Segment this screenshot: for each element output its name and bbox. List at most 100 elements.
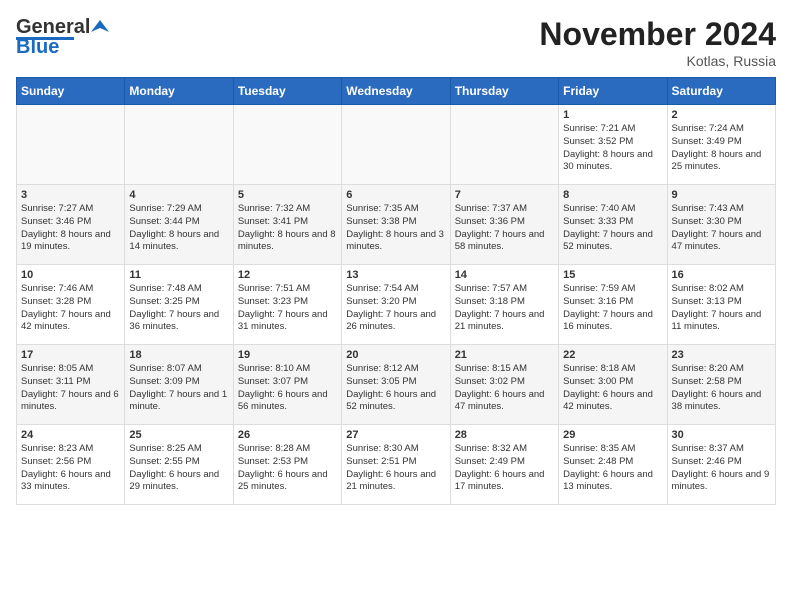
day-cell: 28Sunrise: 8:32 AMSunset: 2:49 PMDayligh… [450,425,558,505]
day-cell: 10 Sunrise: 7:46 AMSunset: 3:28 PMDayligh… [17,265,125,345]
day-cell: 11 Sunrise: 7:48 AMSunset: 3:25 PMDayligh… [125,265,233,345]
day-content: Sunrise: 7:24 AMSunset: 3:49 PMDaylight:… [672,123,771,174]
day-number: 1 [563,109,662,121]
day-cell: 12 Sunrise: 7:51 AMSunset: 3:23 PMDayligh… [233,265,341,345]
day-cell: 29 Sunrise: 8:35 AMSunset: 2:48 PMDayligh… [559,425,667,505]
day-cell: 1 Sunrise: 7:21 AMSunset: 3:52 PMDaylight… [559,105,667,185]
header-cell-wednesday: Wednesday [342,78,450,105]
day-number: 21 [455,349,554,361]
day-content: Sunrise: 8:30 AMSunset: 2:51 PMDaylight:… [346,443,445,494]
day-number: 8 [563,189,662,201]
week-row-3: 10 Sunrise: 7:46 AMSunset: 3:28 PMDayligh… [17,265,776,345]
header-cell-monday: Monday [125,78,233,105]
location: Kotlas, Russia [539,53,776,69]
day-content: Sunrise: 7:43 AMSunset: 3:30 PMDaylight:… [672,203,771,254]
day-content: Sunrise: 7:46 AMSunset: 3:28 PMDaylight:… [21,283,120,334]
day-number: 26 [238,429,337,441]
day-cell: 17 Sunrise: 8:05 AMSunset: 3:11 PMDayligh… [17,345,125,425]
day-content: Sunrise: 8:28 AMSunset: 2:53 PMDaylight:… [238,443,337,494]
header-cell-friday: Friday [559,78,667,105]
day-cell: 6Sunrise: 7:35 AMSunset: 3:38 PMDaylight… [342,185,450,265]
day-cell: 7Sunrise: 7:37 AMSunset: 3:36 PMDaylight… [450,185,558,265]
day-number: 25 [129,429,228,441]
day-number: 14 [455,269,554,281]
day-cell: 26 Sunrise: 8:28 AMSunset: 2:53 PMDayligh… [233,425,341,505]
day-number: 27 [346,429,445,441]
day-content: Sunrise: 8:23 AMSunset: 2:56 PMDaylight:… [21,443,120,494]
day-content: Sunrise: 8:05 AMSunset: 3:11 PMDaylight:… [21,363,120,414]
month-title: November 2024 [539,16,776,53]
day-number: 30 [672,429,771,441]
day-cell: 22 Sunrise: 8:18 AMSunset: 3:00 PMDayligh… [559,345,667,425]
day-content: Sunrise: 7:21 AMSunset: 3:52 PMDaylight:… [563,123,662,174]
day-cell: 2Sunrise: 7:24 AMSunset: 3:49 PMDaylight… [667,105,775,185]
day-cell: 21 Sunrise: 8:15 AMSunset: 3:02 PMDayligh… [450,345,558,425]
day-content: Sunrise: 8:18 AMSunset: 3:00 PMDaylight:… [563,363,662,414]
day-content: Sunrise: 8:15 AMSunset: 3:02 PMDaylight:… [455,363,554,414]
day-number: 24 [21,429,120,441]
day-content: Sunrise: 7:29 AMSunset: 3:44 PMDaylight:… [129,203,228,254]
day-number: 10 [21,269,120,281]
day-cell: 4 Sunrise: 7:29 AMSunset: 3:44 PMDaylight… [125,185,233,265]
day-cell: 3 Sunrise: 7:27 AMSunset: 3:46 PMDaylight… [17,185,125,265]
logo: General Blue [16,16,110,59]
calendar-table: SundayMondayTuesdayWednesdayThursdayFrid… [16,77,776,505]
day-cell: 30 Sunrise: 8:37 AMSunset: 2:46 PMDayligh… [667,425,775,505]
day-content: Sunrise: 8:37 AMSunset: 2:46 PMDaylight:… [672,443,771,494]
day-cell: 16Sunrise: 8:02 AMSunset: 3:13 PMDayligh… [667,265,775,345]
day-number: 7 [455,189,554,201]
day-content: Sunrise: 7:59 AMSunset: 3:16 PMDaylight:… [563,283,662,334]
day-content: Sunrise: 7:27 AMSunset: 3:46 PMDaylight:… [21,203,120,254]
week-row-4: 17 Sunrise: 8:05 AMSunset: 3:11 PMDayligh… [17,345,776,425]
day-number: 19 [238,349,337,361]
day-content: Sunrise: 8:20 AMSunset: 2:58 PMDaylight:… [672,363,771,414]
week-row-2: 3 Sunrise: 7:27 AMSunset: 3:46 PMDaylight… [17,185,776,265]
day-number: 16 [672,269,771,281]
day-cell: 15 Sunrise: 7:59 AMSunset: 3:16 PMDayligh… [559,265,667,345]
day-number: 12 [238,269,337,281]
day-cell: 23Sunrise: 8:20 AMSunset: 2:58 PMDayligh… [667,345,775,425]
day-cell: 20 Sunrise: 8:12 AMSunset: 3:05 PMDayligh… [342,345,450,425]
day-cell: 27 Sunrise: 8:30 AMSunset: 2:51 PMDayligh… [342,425,450,505]
day-cell: 25 Sunrise: 8:25 AMSunset: 2:55 PMDayligh… [125,425,233,505]
day-number: 11 [129,269,228,281]
day-cell [450,105,558,185]
day-number: 9 [672,189,771,201]
day-cell [125,105,233,185]
day-number: 18 [129,349,228,361]
day-number: 13 [346,269,445,281]
day-content: Sunrise: 8:32 AMSunset: 2:49 PMDaylight:… [455,443,554,494]
page-header: General Blue November 2024 Kotlas, Russi… [16,16,776,69]
day-cell: 5Sunrise: 7:32 AMSunset: 3:41 PMDaylight… [233,185,341,265]
day-content: Sunrise: 7:54 AMSunset: 3:20 PMDaylight:… [346,283,445,334]
day-number: 20 [346,349,445,361]
day-content: Sunrise: 8:12 AMSunset: 3:05 PMDaylight:… [346,363,445,414]
header-cell-sunday: Sunday [17,78,125,105]
day-content: Sunrise: 8:35 AMSunset: 2:48 PMDaylight:… [563,443,662,494]
day-number: 15 [563,269,662,281]
calendar-body: 1 Sunrise: 7:21 AMSunset: 3:52 PMDaylight… [17,105,776,505]
day-number: 22 [563,349,662,361]
calendar-header: SundayMondayTuesdayWednesdayThursdayFrid… [17,78,776,105]
day-content: Sunrise: 7:51 AMSunset: 3:23 PMDaylight:… [238,283,337,334]
day-number: 29 [563,429,662,441]
day-number: 3 [21,189,120,201]
day-content: Sunrise: 7:48 AMSunset: 3:25 PMDaylight:… [129,283,228,334]
day-cell: 24 Sunrise: 8:23 AMSunset: 2:56 PMDayligh… [17,425,125,505]
day-content: Sunrise: 7:40 AMSunset: 3:33 PMDaylight:… [563,203,662,254]
day-number: 6 [346,189,445,201]
day-number: 17 [21,349,120,361]
logo-bird-icon [91,18,109,38]
day-cell: 19Sunrise: 8:10 AMSunset: 3:07 PMDayligh… [233,345,341,425]
header-row: SundayMondayTuesdayWednesdayThursdayFrid… [17,78,776,105]
day-number: 5 [238,189,337,201]
header-cell-thursday: Thursday [450,78,558,105]
week-row-5: 24 Sunrise: 8:23 AMSunset: 2:56 PMDayligh… [17,425,776,505]
day-cell [233,105,341,185]
day-content: Sunrise: 7:57 AMSunset: 3:18 PMDaylight:… [455,283,554,334]
day-cell: 14 Sunrise: 7:57 AMSunset: 3:18 PMDayligh… [450,265,558,345]
day-number: 4 [129,189,228,201]
day-cell: 9 Sunrise: 7:43 AMSunset: 3:30 PMDaylight… [667,185,775,265]
day-content: Sunrise: 8:25 AMSunset: 2:55 PMDaylight:… [129,443,228,494]
day-cell [17,105,125,185]
